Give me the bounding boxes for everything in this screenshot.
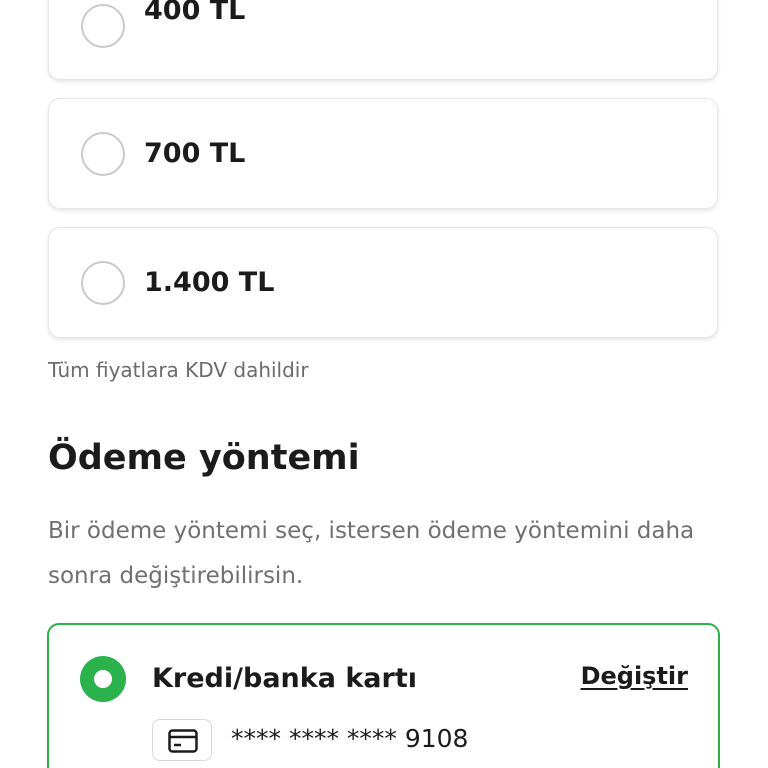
radio-dot — [94, 670, 112, 688]
amount-label: 400 TL — [144, 0, 246, 26]
section-title: Ödeme yöntemi — [48, 438, 360, 478]
payment-method-label: Kredi/banka kartı — [152, 663, 417, 694]
top-up-page: 400 TL 700 TL 1.400 TL Tüm fiyatlara KDV… — [0, 0, 768, 768]
change-payment-link[interactable]: Değiştir — [581, 662, 688, 690]
amount-label: 700 TL — [144, 138, 246, 169]
radio-button[interactable] — [81, 261, 125, 305]
card-icon-box — [152, 719, 212, 761]
radio-button[interactable] — [81, 132, 125, 176]
payment-method-card[interactable]: Kredi/banka kartı Değiştir **** **** ***… — [47, 623, 720, 768]
amount-option-400[interactable]: 400 TL — [48, 0, 718, 80]
card-number: **** **** **** 9108 — [231, 724, 469, 753]
amount-option-700[interactable]: 700 TL — [48, 98, 718, 209]
amount-label: 1.400 TL — [144, 267, 275, 298]
vat-note: Tüm fiyatlara KDV dahildir — [48, 358, 309, 382]
amount-option-1400[interactable]: 1.400 TL — [48, 227, 718, 338]
section-description: Bir ödeme yöntemi seç, istersen ödeme yö… — [48, 518, 695, 589]
credit-card-icon — [168, 729, 198, 753]
radio-button[interactable] — [81, 4, 125, 48]
radio-button-selected[interactable] — [80, 656, 126, 702]
